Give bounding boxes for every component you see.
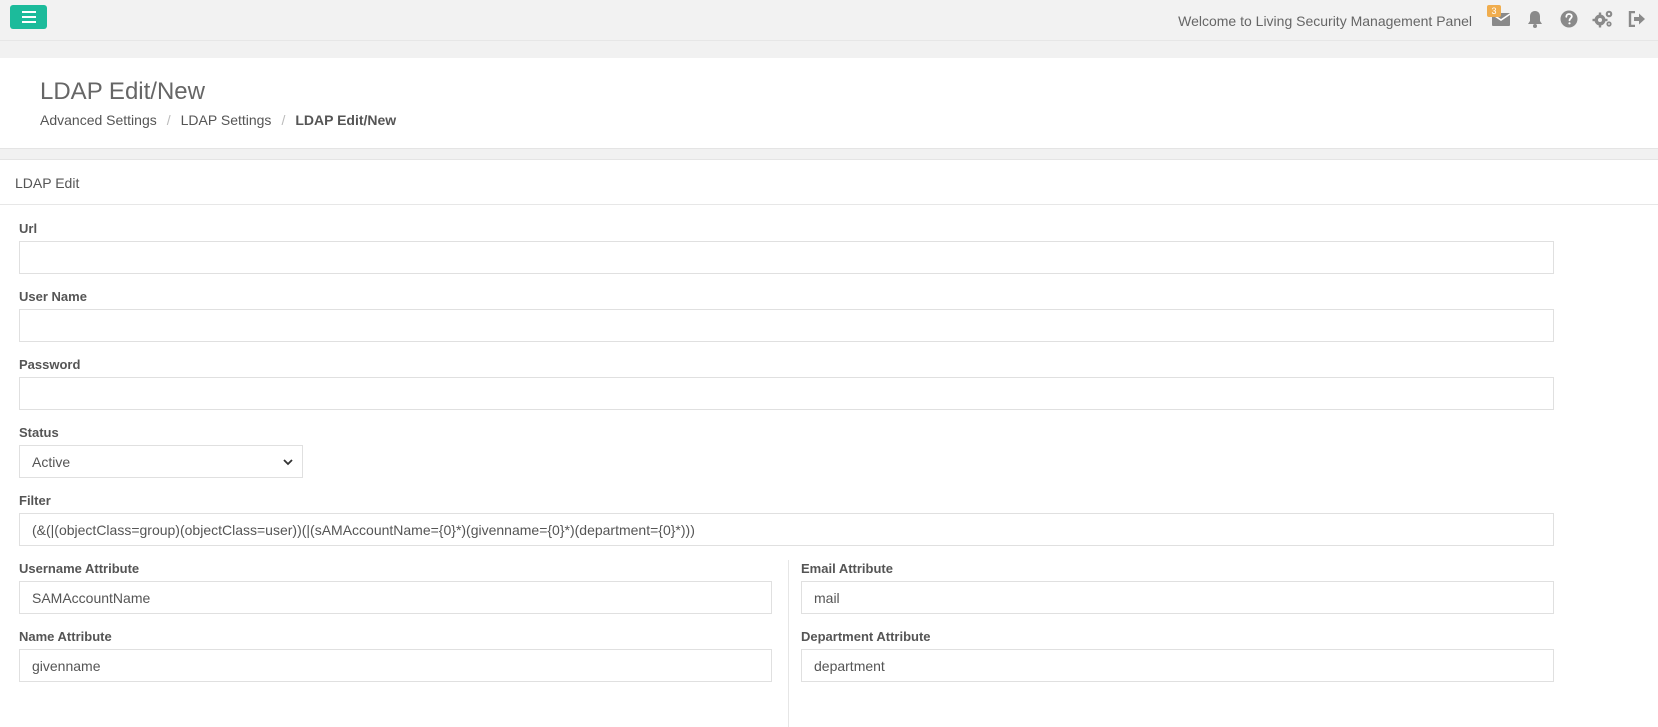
name-attribute-label: Name Attribute (19, 629, 112, 644)
username-attribute-input[interactable] (19, 581, 772, 614)
logout-icon (1628, 11, 1645, 27)
status-label: Status (19, 425, 59, 440)
breadcrumb-advanced-settings[interactable]: Advanced Settings (40, 112, 157, 128)
top-navbar: Welcome to Living Security Management Pa… (0, 0, 1658, 41)
username-input[interactable] (19, 309, 1554, 342)
logout-button[interactable] (1626, 8, 1648, 30)
password-input[interactable] (19, 377, 1554, 410)
breadcrumb-current: LDAP Edit/New (295, 112, 397, 128)
email-attribute-input[interactable] (801, 581, 1554, 614)
mail-badge: 3 (1487, 5, 1501, 17)
help-button[interactable] (1558, 8, 1580, 30)
gears-icon (1592, 10, 1613, 28)
username-attribute-label: Username Attribute (19, 561, 140, 576)
top-icons: 3 (1487, 5, 1648, 30)
menu-toggle-button[interactable] (10, 5, 47, 29)
ldap-edit-panel: LDAP Edit Url User Name Password Status … (0, 159, 1658, 727)
page-title: LDAP Edit/New (40, 78, 205, 105)
page-header: LDAP Edit/New Advanced Settings / LDAP S… (0, 58, 1658, 149)
department-attribute-input[interactable] (801, 649, 1554, 682)
filter-input[interactable] (19, 513, 1554, 546)
bell-icon (1528, 11, 1542, 28)
column-divider (788, 560, 789, 727)
breadcrumb: Advanced Settings / LDAP Settings / LDAP… (40, 112, 396, 128)
notifications-button[interactable] (1524, 8, 1546, 30)
help-icon (1560, 10, 1578, 28)
breadcrumb-separator: / (166, 112, 171, 128)
department-attribute-label: Department Attribute (801, 629, 931, 644)
breadcrumb-ldap-settings[interactable]: LDAP Settings (181, 112, 272, 128)
panel-heading-title: LDAP Edit (15, 175, 80, 191)
panel-heading: LDAP Edit (0, 160, 1658, 205)
username-label: User Name (19, 289, 87, 304)
name-attribute-input[interactable] (19, 649, 772, 682)
mail-button[interactable]: 3 (1487, 5, 1512, 30)
password-label: Password (19, 357, 81, 372)
welcome-text: Welcome to Living Security Management Pa… (1178, 13, 1472, 29)
url-label: Url (19, 221, 38, 236)
status-select[interactable]: Active (19, 445, 303, 478)
email-attribute-label: Email Attribute (801, 561, 893, 576)
chevron-down-icon (283, 459, 293, 466)
menu-icon (21, 11, 36, 23)
settings-button[interactable] (1592, 8, 1614, 30)
filter-label: Filter (19, 493, 51, 508)
status-selected-value: Active (32, 453, 71, 470)
breadcrumb-separator: / (281, 112, 286, 128)
url-input[interactable] (19, 241, 1554, 274)
